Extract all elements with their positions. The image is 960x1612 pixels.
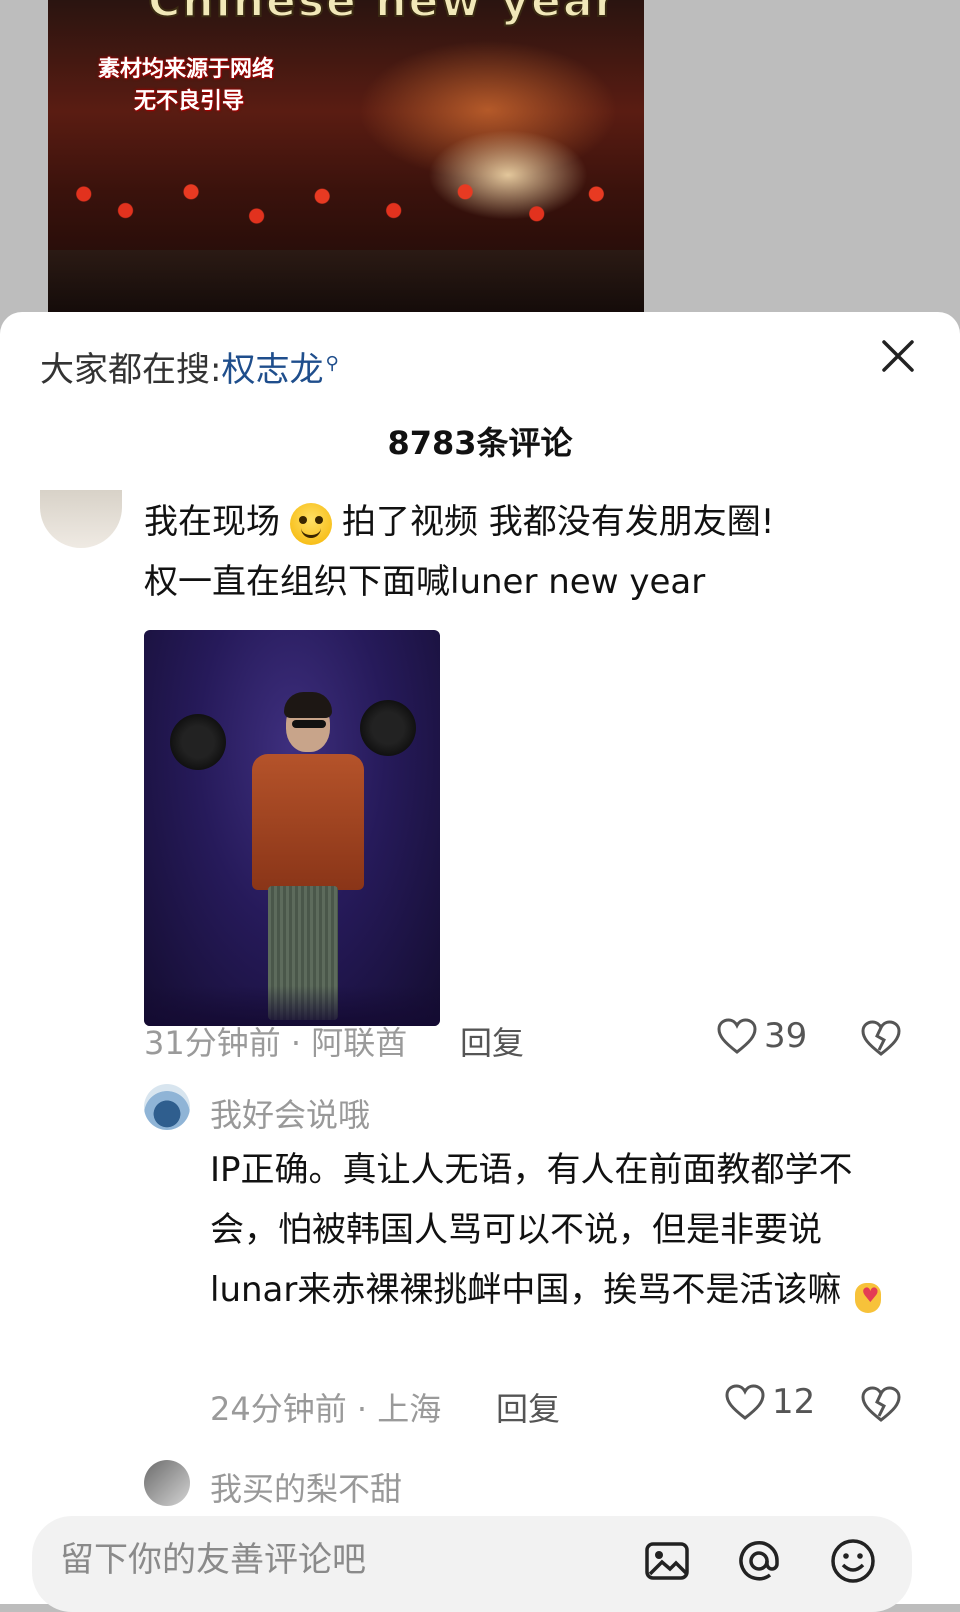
stage-speaker: [360, 700, 416, 756]
like-count: 12: [772, 1382, 816, 1422]
trending-search-keyword[interactable]: 权志龙: [221, 350, 323, 390]
close-icon: [882, 340, 914, 372]
search-icon: ⚲: [325, 352, 339, 374]
like-button[interactable]: 39: [716, 1016, 807, 1056]
like-count: 39: [764, 1016, 808, 1056]
comments-sheet: 大家都在搜:权志龙 ⚲ 8783条评论 我在现场 拍了视频 我都没有发朋友圈! 权一…: [0, 312, 960, 1612]
comment-count: 8783条评论: [387, 424, 573, 462]
image-button[interactable]: [642, 1536, 692, 1586]
comment-line-2: 权一直在组织下面喊luner new year: [144, 562, 706, 602]
trending-search[interactable]: 大家都在搜:权志龙 ⚲: [40, 342, 339, 391]
avatar[interactable]: [144, 1460, 190, 1506]
reply-meta: 24分钟前 · 上海: [210, 1390, 442, 1428]
reply-username[interactable]: 我好会说哦: [210, 1090, 370, 1136]
reply-text: IP正确。真让人无语，有人在前面教都学不会，怕被韩国人骂可以不说，但是非要说lu…: [210, 1140, 900, 1325]
broken-heart-icon: [861, 1020, 901, 1056]
heart-icon: [725, 1384, 765, 1420]
video-watermark: 素材均来源于网络 无不良引导: [98, 54, 274, 118]
emoji-icon: [831, 1539, 875, 1583]
video-ground: [48, 250, 644, 320]
comment-text-part: 我在现场: [144, 502, 280, 542]
close-button[interactable]: [876, 334, 920, 378]
reply-text-body: IP正确。真让人无语，有人在前面教都学不会，怕被韩国人骂可以不说，但是非要说lu…: [210, 1150, 853, 1310]
reply-button[interactable]: 回复: [496, 1384, 560, 1430]
lanterns-scene: [48, 150, 644, 260]
dislike-button[interactable]: [860, 1018, 902, 1062]
emoji-button[interactable]: [828, 1536, 878, 1586]
heart-icon: [717, 1018, 757, 1054]
singer-glasses: [292, 720, 326, 728]
reply-button[interactable]: 回复: [460, 1018, 524, 1064]
broken-heart-icon: [861, 1386, 901, 1422]
comment-input-bar[interactable]: 留下你的友善评论吧: [32, 1516, 912, 1612]
comment-photo[interactable]: [144, 630, 440, 1026]
at-icon: [739, 1541, 779, 1581]
avatar[interactable]: [144, 1084, 190, 1130]
comment-text: 我在现场 拍了视频 我都没有发朋友圈! 权一直在组织下面喊luner new ye…: [144, 492, 924, 612]
comment-meta: 31分钟前 · 阿联酋: [144, 1024, 408, 1062]
image-icon: [645, 1542, 689, 1580]
trending-search-prefix: 大家都在搜:: [40, 350, 222, 390]
stage-speaker: [170, 714, 226, 770]
watermark-line-1: 素材均来源于网络: [98, 57, 275, 82]
singer-jacket: [252, 754, 364, 890]
reply-username[interactable]: 我买的梨不甜: [210, 1464, 402, 1510]
comment-text-part: 拍了视频 我都没有发朋友圈!: [342, 502, 775, 542]
finger-heart-emoji-icon: [851, 1265, 885, 1325]
mention-button[interactable]: [734, 1536, 784, 1586]
watermark-line-2: 无不良引导: [134, 89, 245, 114]
video-title: Chinese new year: [147, 0, 619, 28]
singer-hair: [284, 692, 332, 718]
dislike-button[interactable]: [860, 1384, 902, 1428]
avatar[interactable]: [40, 490, 122, 548]
comment-input-placeholder[interactable]: 留下你的友善评论吧: [60, 1532, 366, 1581]
comment-line-1: 我在现场 拍了视频 我都没有发朋友圈!: [144, 492, 924, 552]
smile-emoji-icon: [290, 502, 332, 545]
like-button[interactable]: 12: [724, 1382, 815, 1422]
video-player[interactable]: Chinese new year 素材均来源于网络 无不良引导: [48, 0, 644, 320]
